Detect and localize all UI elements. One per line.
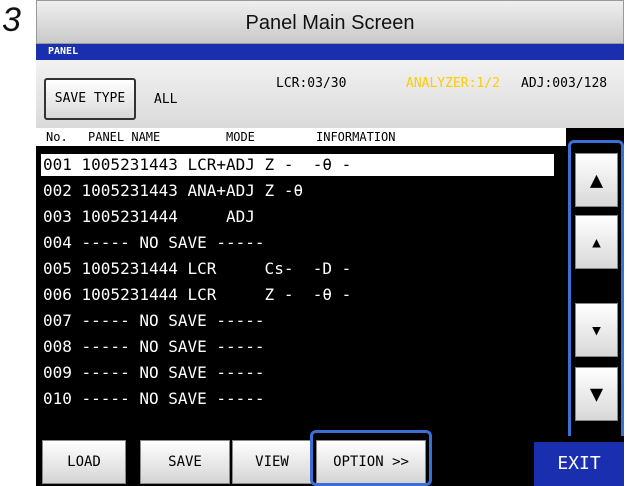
top-toolbar: SAVE TYPE ALL LCR:03/30 ANALYZER:1/2 ADJ… <box>36 60 624 128</box>
panel-row[interactable]: 003 1005231444 ADJ <box>41 206 554 228</box>
screen-caption: Panel Main Screen <box>36 0 624 44</box>
header-mode: MODE <box>226 130 255 144</box>
header-panel-name: PANEL NAME <box>88 130 161 144</box>
analyzer-count: ANALYZER:1/2 <box>406 76 500 91</box>
panel-list: 001 1005231443 LCR+ADJ Z - -θ - 002 1005… <box>36 148 566 426</box>
load-button[interactable]: LOAD <box>42 440 126 484</box>
panel-row[interactable]: 006 1005231444 LCR Z - -θ - <box>41 284 554 306</box>
adj-count: ADJ:003/128 <box>521 76 608 91</box>
save-type-value: ALL <box>154 92 178 107</box>
view-button[interactable]: VIEW <box>232 440 312 484</box>
step-number: 3 <box>2 1 21 39</box>
header-information: INFORMATION <box>316 130 396 144</box>
panel-row[interactable]: 005 1005231444 LCR Cs- -D - <box>41 258 554 280</box>
panel-row[interactable]: 002 1005231443 ANA+ADJ Z -θ <box>41 180 554 202</box>
panel-row[interactable]: 004 ----- NO SAVE ----- <box>41 232 554 254</box>
lcr-count: LCR:03/30 <box>276 76 347 91</box>
line-down-icon[interactable]: ▾ <box>575 303 618 357</box>
save-button[interactable]: SAVE <box>140 440 230 484</box>
header-no: No. <box>46 130 68 144</box>
screen-titlebar: PANEL <box>36 44 624 60</box>
panel-row[interactable]: 010 ----- NO SAVE ----- <box>41 388 554 410</box>
line-up-icon[interactable]: ▴ <box>575 215 618 269</box>
panel-screen: PANEL SAVE TYPE ALL LCR:03/30 ANALYZER:1… <box>36 44 624 486</box>
panel-row[interactable]: 009 ----- NO SAVE ----- <box>41 362 554 384</box>
save-type-button[interactable]: SAVE TYPE <box>44 78 136 120</box>
page-down-icon[interactable]: ▼ <box>575 367 618 421</box>
panel-row[interactable]: 008 ----- NO SAVE ----- <box>41 336 554 358</box>
panel-row[interactable]: 007 ----- NO SAVE ----- <box>41 310 554 332</box>
option-highlight-frame <box>310 430 432 486</box>
scroll-button-group: ▲ ▴ ▾ ▼ <box>568 140 624 442</box>
panel-row-selected[interactable]: 001 1005231443 LCR+ADJ Z - -θ - <box>41 154 554 176</box>
list-header: No. PANEL NAME MODE INFORMATION <box>36 128 566 146</box>
page-up-icon[interactable]: ▲ <box>575 153 618 207</box>
exit-button[interactable]: EXIT <box>534 442 624 486</box>
